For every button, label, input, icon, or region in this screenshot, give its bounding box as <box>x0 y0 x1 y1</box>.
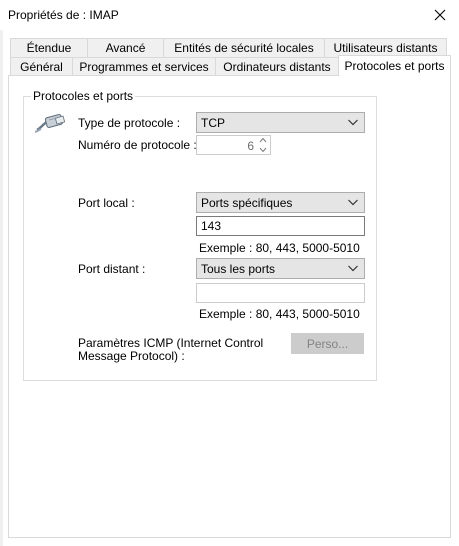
tab-ordinateurs-distants[interactable]: Ordinateurs distants <box>215 57 339 76</box>
spin-down-icon[interactable] <box>259 147 267 153</box>
protocol-type-label: Type de protocole : <box>78 116 181 130</box>
close-button[interactable] <box>427 2 453 28</box>
local-port-dropdown[interactable]: Ports spécifiques <box>196 192 365 213</box>
close-icon <box>434 9 446 21</box>
remote-port-label: Port distant : <box>78 262 146 276</box>
tab-entites-securite-locales[interactable]: Entités de sécurité locales <box>163 38 325 57</box>
tab-programmes-services[interactable]: Programmes et services <box>72 57 216 76</box>
chevron-down-icon <box>348 199 358 206</box>
chevron-down-icon <box>348 265 358 272</box>
spin-up-icon[interactable] <box>259 137 267 143</box>
tab-etendue[interactable]: Étendue <box>10 38 88 57</box>
tab-general[interactable]: Général <box>10 57 73 76</box>
remote-port-example: Exemple : 80, 443, 5000-5010 <box>199 307 360 321</box>
icmp-customize-button[interactable]: Perso... <box>291 333 364 354</box>
protocol-number-stepper[interactable]: 6 <box>196 135 271 155</box>
window-title: Propriétés de : IMAP <box>8 8 119 22</box>
protocol-number-label: Numéro de protocole : <box>78 138 197 152</box>
group-title: Protocoles et ports <box>31 89 136 103</box>
tab-protocoles-ports[interactable]: Protocoles et ports <box>338 55 451 76</box>
remote-port-input[interactable] <box>196 283 365 303</box>
local-port-input[interactable]: 143 <box>196 216 365 236</box>
title-bar: Propriétés de : IMAP <box>0 0 459 30</box>
remote-port-dropdown[interactable]: Tous les ports <box>196 258 365 279</box>
network-cable-icon <box>35 114 66 133</box>
window-edge <box>0 30 3 546</box>
icmp-label-line2: Message Protocol) : <box>78 349 185 363</box>
local-port-label: Port local : <box>78 196 135 210</box>
protocol-type-dropdown[interactable]: TCP <box>196 112 365 133</box>
tab-avance[interactable]: Avancé <box>87 38 164 57</box>
icmp-label-line1: Paramètres ICMP (Internet Control <box>78 336 264 350</box>
local-port-example: Exemple : 80, 443, 5000-5010 <box>199 241 360 255</box>
chevron-down-icon <box>348 119 358 126</box>
